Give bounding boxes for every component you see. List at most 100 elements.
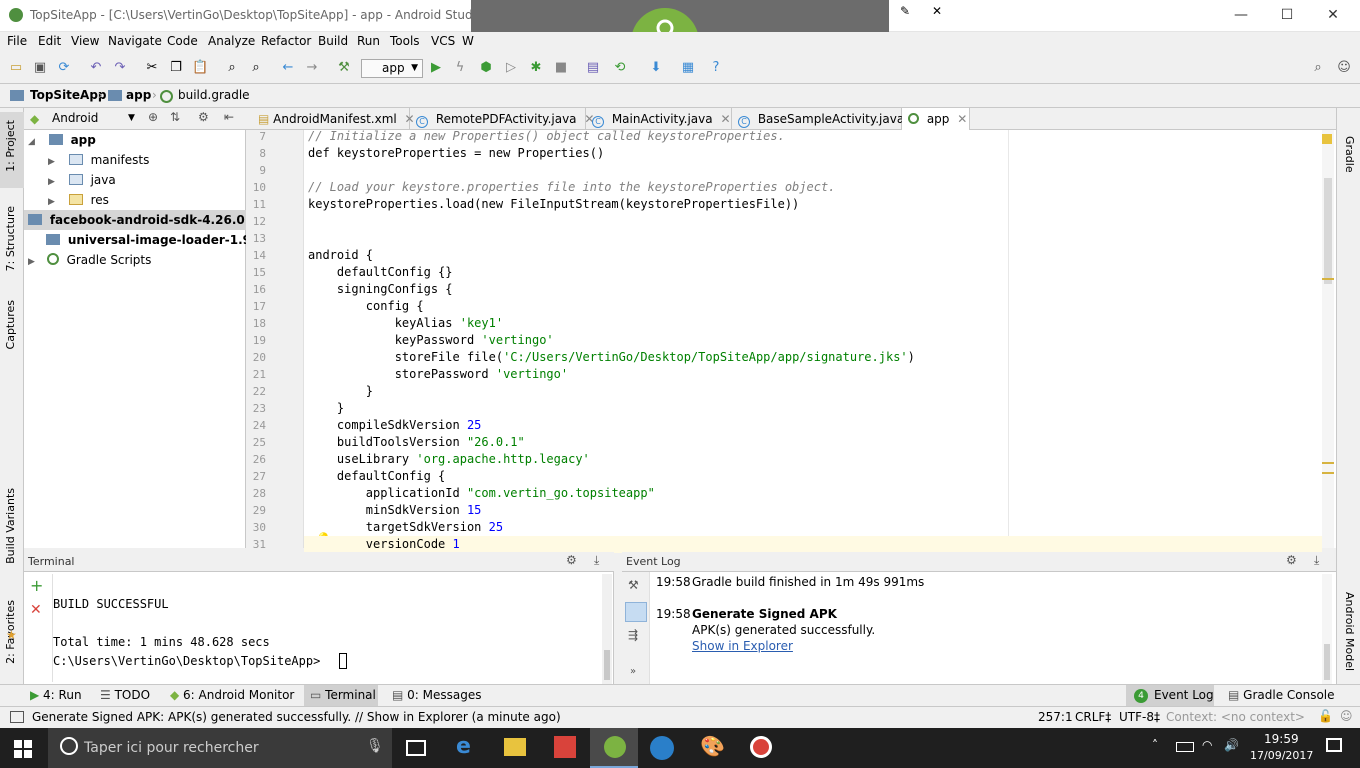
event-settings-icon[interactable]: ⚒ (628, 578, 639, 592)
menu-file[interactable]: File (7, 34, 27, 48)
code-line[interactable]: } (308, 383, 373, 400)
app-taskbar-icon[interactable] (650, 736, 674, 760)
debug-icon[interactable]: ⬢ (478, 60, 494, 76)
help-icon[interactable]: ? (708, 60, 724, 76)
code-line[interactable]: defaultConfig { (308, 468, 445, 485)
code-line[interactable]: // Initialize a new Properties() object … (308, 128, 785, 145)
terminal-panel[interactable]: Terminal ⚙ ⤓ + ✕ BUILD SUCCESSFUL Total … (24, 552, 614, 684)
battery-icon[interactable] (1176, 742, 1194, 752)
windows-start-icon[interactable] (14, 740, 32, 758)
code-line[interactable]: keyAlias 'key1' (308, 315, 503, 332)
tab-structure[interactable]: 7: Structure (4, 206, 17, 271)
code-line[interactable]: } (308, 400, 344, 417)
run-config-select[interactable]: app ▼ (361, 59, 423, 78)
tab-android-manifest[interactable]: ▤ AndroidManifest.xml ✕ (252, 108, 415, 130)
close-tab-icon[interactable]: ✕ (957, 112, 967, 126)
apply-changes-icon[interactable]: ϟ (452, 60, 468, 76)
paste-icon[interactable]: 📋 (192, 60, 208, 76)
cut-icon[interactable]: ✂ (144, 60, 160, 76)
sync-gradle-icon[interactable]: ⟲ (612, 60, 628, 76)
menu-edit[interactable]: Edit (38, 34, 61, 48)
pen-icon[interactable]: ✎ (889, 0, 921, 22)
task-view-icon[interactable] (406, 740, 426, 756)
status-message[interactable]: Generate Signed APK: APK(s) generated su… (32, 710, 561, 724)
stop-icon[interactable]: ■ (553, 60, 569, 76)
show-in-explorer-link[interactable]: Show in Explorer (692, 639, 793, 653)
volume-icon[interactable]: 🔊 (1224, 738, 1239, 752)
hide-panel-icon[interactable]: ⤓ (594, 553, 599, 568)
paint-taskbar-icon[interactable]: 🎨 (700, 734, 725, 758)
overlay-close-icon[interactable]: ✕ (921, 0, 953, 22)
open-folder-icon[interactable]: ▭ (8, 60, 24, 76)
code-line[interactable]: minSdkVersion 15 (308, 502, 482, 519)
tree-item-res[interactable]: ▶ res (24, 190, 246, 210)
scroll-from-source-icon[interactable]: ⊕ (148, 110, 158, 124)
code-line[interactable]: android { (308, 247, 373, 264)
tab-messages[interactable]: ▤ 0: Messages (392, 688, 482, 702)
code-line[interactable]: storeFile file('C:/Users/VertinGo/Deskto… (308, 349, 915, 366)
tab-terminal[interactable]: ▭ Terminal (310, 688, 376, 702)
lock-icon[interactable]: 🔓 (1318, 709, 1333, 723)
code-line[interactable]: targetSdkVersion 25 (308, 519, 503, 536)
terminal-scrollbar[interactable] (602, 574, 612, 684)
copy-icon[interactable]: ❐ (168, 60, 184, 76)
recorder-taskbar-icon[interactable] (750, 736, 772, 758)
code-editor[interactable]: 💡 7// Initialize a new Properties() obje… (246, 128, 1336, 553)
code-line[interactable]: defaultConfig {} (308, 264, 453, 281)
project-structure-icon[interactable]: ▦ (680, 60, 696, 76)
event-log-scrollbar[interactable] (1322, 574, 1332, 684)
wifi-icon[interactable]: ◠ (1202, 738, 1212, 752)
mark-all-read-icon[interactable] (625, 602, 647, 622)
replace-icon[interactable]: ⌕ (248, 60, 264, 76)
search-everywhere-icon[interactable]: ⌕ (1310, 60, 1326, 76)
new-session-icon[interactable]: + (30, 576, 43, 595)
tree-item-java[interactable]: ▶ java (24, 170, 246, 190)
close-tab-icon[interactable]: ✕ (720, 112, 730, 126)
tab-android-model[interactable]: Android Model (1343, 592, 1356, 671)
tree-item-image-loader[interactable]: universal-image-loader-1.9.5 (24, 230, 264, 250)
save-icon[interactable]: ▣ (32, 60, 48, 76)
tab-todo[interactable]: ☰ TODO (100, 688, 150, 702)
android-studio-taskbar-icon[interactable] (604, 736, 626, 758)
tree-item-app[interactable]: ◢ app (24, 130, 246, 150)
taskbar-search-box[interactable]: Taper ici pour rechercher 🎙 (48, 728, 392, 768)
tray-chevron-up-icon[interactable]: ˄ (1152, 738, 1158, 752)
code-line[interactable]: keystoreProperties.load(new FileInputStr… (308, 196, 799, 213)
code-line[interactable]: signingConfigs { (308, 281, 453, 298)
code-line[interactable]: def keystoreProperties = new Properties(… (308, 145, 604, 162)
code-line[interactable]: versionCode 1 (308, 536, 460, 553)
project-view-select[interactable]: Android (52, 111, 98, 125)
redo-icon[interactable]: ↷ (112, 60, 128, 76)
scroll-thumb[interactable] (1324, 644, 1330, 680)
sdk-manager-icon[interactable]: ⬇ (648, 60, 664, 76)
menu-code[interactable]: Code (167, 34, 198, 48)
tree-item-manifests[interactable]: ▶ manifests (24, 150, 246, 170)
code-line[interactable]: compileSdkVersion 25 (308, 417, 482, 434)
more-icon[interactable]: » (630, 666, 636, 677)
tab-build-variants[interactable]: Build Variants (4, 488, 17, 564)
scroll-thumb[interactable] (1324, 178, 1332, 284)
edge-browser-icon[interactable]: e (456, 734, 471, 759)
run-icon[interactable]: ▶ (428, 60, 444, 76)
menu-window[interactable]: W (462, 34, 474, 48)
chevron-down-icon[interactable]: ▼ (128, 113, 135, 123)
code-line[interactable]: config { (308, 298, 424, 315)
back-icon[interactable]: ← (280, 60, 296, 76)
caret-position[interactable]: 257:1 (1038, 710, 1073, 724)
menu-build[interactable]: Build (318, 34, 348, 48)
scroll-thumb[interactable] (604, 650, 610, 680)
maximize-button[interactable]: ☐ (1264, 0, 1310, 32)
profile-icon[interactable]: ▷ (503, 60, 519, 76)
editor-scrollbar[interactable] (1322, 130, 1334, 548)
menu-tools[interactable]: Tools (390, 34, 420, 48)
code-line[interactable]: storePassword 'vertingo' (308, 366, 568, 383)
close-button[interactable]: ✕ (1310, 0, 1356, 32)
menu-navigate[interactable]: Navigate (108, 34, 162, 48)
tab-captures[interactable]: Captures (4, 300, 17, 349)
tab-remote-pdf-activity[interactable]: C RemotePDFActivity.java ✕ (410, 108, 594, 130)
file-encoding[interactable]: UTF-8‡ (1119, 710, 1160, 724)
tab-gradle[interactable]: Gradle (1343, 136, 1356, 173)
menu-vcs[interactable]: VCS (431, 34, 455, 48)
hide-panel-icon[interactable]: ⇤ (224, 110, 234, 124)
find-icon[interactable]: ⌕ (224, 60, 240, 76)
